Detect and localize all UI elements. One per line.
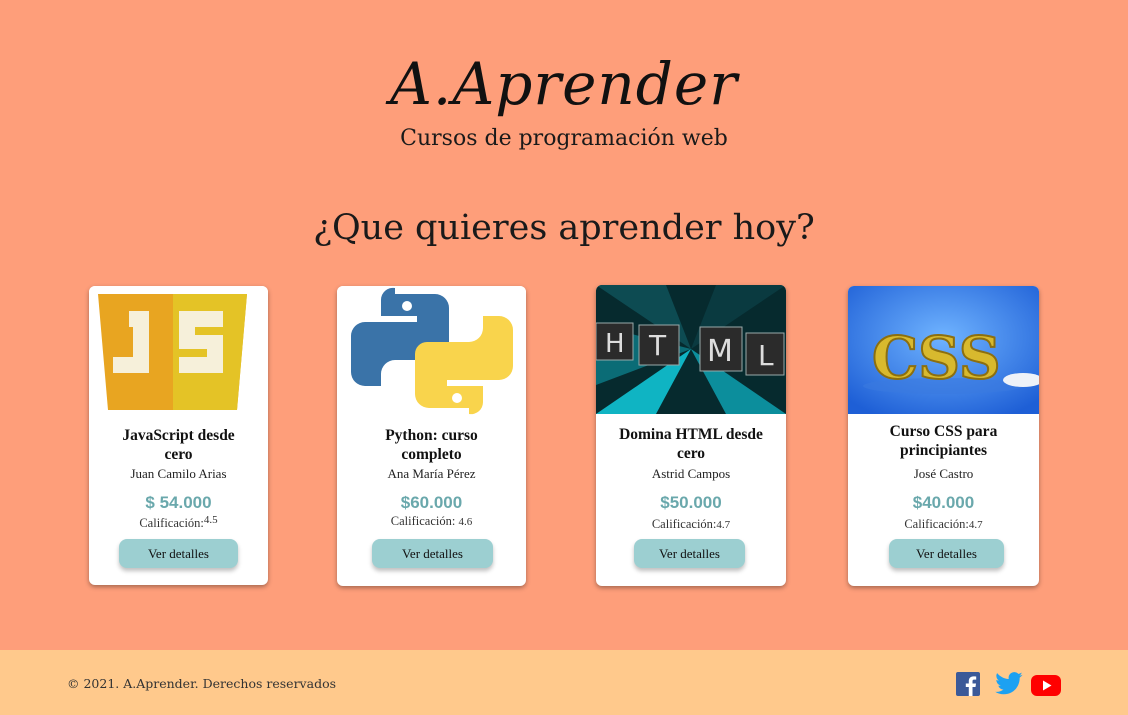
details-button[interactable]: Ver detalles bbox=[889, 539, 1004, 568]
rating-value: 4.7 bbox=[716, 519, 731, 531]
course-rating: Calificación: 4.6 bbox=[337, 514, 526, 529]
youtube-icon[interactable] bbox=[1031, 675, 1061, 696]
rating-label: Calificación: bbox=[904, 517, 969, 531]
course-card-html[interactable]: H T M L Domina HTML desde cero Astrid Ca… bbox=[596, 285, 786, 586]
twitter-icon[interactable] bbox=[995, 672, 1023, 696]
course-title: Domina HTML desde cero bbox=[619, 426, 763, 462]
rating-value: 4.7 bbox=[968, 519, 983, 531]
site-header: A.Aprender Cursos de programación web bbox=[0, 44, 1128, 151]
svg-text:M: M bbox=[707, 334, 733, 369]
course-price: $40.000 bbox=[912, 493, 975, 512]
course-price: $60.000 bbox=[400, 493, 463, 512]
course-title: Curso CSS para principiantes bbox=[889, 423, 998, 459]
site-footer: © 2021. A.Aprender. Derechos reservados bbox=[0, 650, 1128, 715]
svg-text:L: L bbox=[758, 339, 774, 372]
section-heading: ¿Que quieres aprender hoy? bbox=[313, 208, 815, 248]
course-author: Ana María Pérez bbox=[387, 466, 476, 481]
course-rating: Calificación:4.7 bbox=[596, 517, 786, 532]
rating-label: Calificación: bbox=[651, 517, 717, 531]
rating-value: 4.5 bbox=[203, 514, 218, 526]
course-price: $50.000 bbox=[660, 493, 722, 512]
svg-text:T: T bbox=[648, 329, 667, 362]
python-logo-image bbox=[337, 286, 526, 416]
course-title: JavaScript desde cero bbox=[122, 427, 235, 463]
course-author: Astrid Campos bbox=[651, 466, 731, 481]
course-card-javascript[interactable]: JavaScript desde cero Juan Camilo Arias … bbox=[89, 286, 268, 585]
html-letters-image: H T M L bbox=[596, 285, 786, 414]
site-logo[interactable]: A.Aprender bbox=[0, 44, 1128, 124]
course-rating: Calificación:4.7 bbox=[848, 517, 1039, 532]
rating-label: Calificación: bbox=[390, 514, 456, 528]
copyright-text: © 2021. A.Aprender. Derechos reservados bbox=[67, 676, 337, 691]
course-price: $ 54.000 bbox=[145, 493, 212, 512]
svg-text:CSS: CSS bbox=[872, 324, 1001, 392]
course-rating: Calificación:4.5 bbox=[89, 514, 268, 531]
css-gold-letters-image: CSS bbox=[848, 286, 1039, 414]
rating-label: Calificación: bbox=[139, 516, 204, 530]
site-subtitle: Cursos de programación web bbox=[400, 126, 728, 151]
course-author: José Castro bbox=[913, 466, 974, 481]
rating-value: 4.6 bbox=[458, 516, 473, 528]
javascript-logo-image bbox=[89, 286, 268, 411]
details-button[interactable]: Ver detalles bbox=[119, 539, 238, 568]
course-card-css[interactable]: CSS Curso CSS para principiantes José Ca… bbox=[848, 286, 1039, 586]
svg-text:H: H bbox=[605, 329, 625, 359]
facebook-icon[interactable] bbox=[956, 672, 980, 696]
course-title: Python: curso completo bbox=[385, 427, 478, 463]
details-button[interactable]: Ver detalles bbox=[634, 539, 745, 568]
course-author: Juan Camilo Arias bbox=[130, 466, 227, 481]
details-button[interactable]: Ver detalles bbox=[372, 539, 493, 568]
course-card-python[interactable]: Python: curso completo Ana María Pérez $… bbox=[337, 286, 526, 586]
